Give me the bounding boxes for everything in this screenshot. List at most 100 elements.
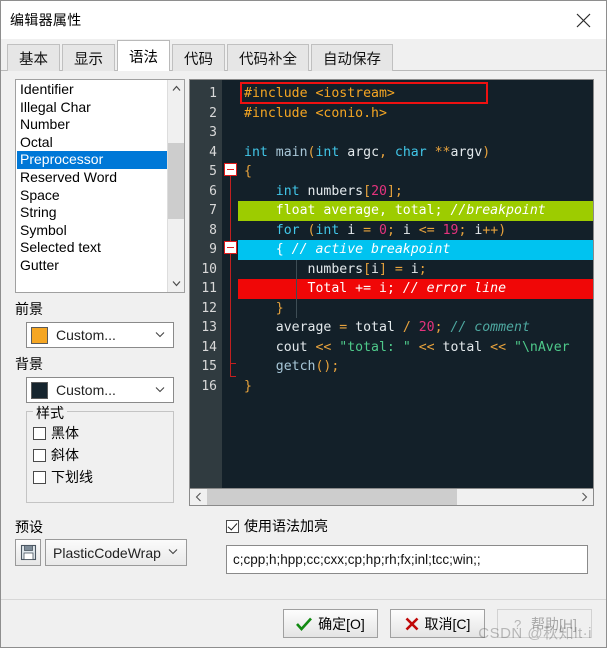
chevron-down-icon — [168, 547, 178, 558]
code-line-10: numbers[i] = i; — [238, 260, 593, 280]
scroll-right-icon[interactable] — [576, 489, 593, 506]
list-scroll-thumb[interactable] — [168, 143, 184, 219]
syntax-element-list: Identifier Illegal Char Number Octal Pre… — [16, 80, 167, 292]
code-token: } — [244, 300, 284, 316]
ok-button-label: 确定[O] — [318, 615, 365, 632]
editor-hscroll-track[interactable] — [207, 488, 576, 505]
checkbox-italic-box[interactable] — [33, 448, 46, 462]
style-groupbox: 样式 黑体 斜体 下划线 — [26, 403, 174, 503]
background-color-combo[interactable]: Custom... — [26, 377, 174, 403]
file-extensions-input[interactable]: c;cpp;h;hpp;cc;cxx;cp;hp;rh;fx;inl;tcc;w… — [226, 545, 588, 574]
code-token: <= — [418, 222, 443, 238]
code-token: // active breakpoint — [291, 242, 451, 257]
list-item-selected-text[interactable]: Selected text — [17, 239, 167, 257]
tab-code[interactable]: 代码 — [172, 44, 225, 71]
code-token: argv — [450, 144, 483, 160]
checkbox-bold-box[interactable] — [33, 426, 46, 440]
list-item-reserved-word[interactable]: Reserved Word — [17, 169, 167, 187]
line-number: 15 — [201, 359, 217, 374]
tab-completion[interactable]: 代码补全 — [227, 44, 309, 71]
code-token: ; — [386, 222, 403, 238]
code-line-13: average = total / 20; // comment — [238, 318, 593, 338]
list-item-string[interactable]: String — [17, 204, 167, 222]
code-preview-body: 1 2 3 4 5 6 7 8 9 10 11 12 13 14 15 16 #… — [190, 80, 593, 488]
code-token: ; — [434, 203, 451, 218]
code-line-6: int numbers[20]; — [238, 182, 593, 202]
list-item-octal[interactable]: Octal — [17, 134, 167, 152]
code-line-1: #include <iostream> — [238, 84, 593, 104]
save-preset-button[interactable] — [15, 539, 41, 566]
tab-autosave[interactable]: 自动保存 — [311, 44, 393, 71]
list-scroll-track[interactable] — [168, 97, 184, 275]
code-text-area[interactable]: #include <iostream> #include <conio.h> i… — [238, 80, 593, 488]
code-token: { — [244, 164, 252, 179]
ok-button[interactable]: 确定[O] — [283, 609, 378, 638]
code-token: { — [244, 242, 292, 257]
code-token: 20 — [371, 183, 387, 199]
checkbox-underline[interactable]: 下划线 — [33, 466, 173, 488]
chevron-down-icon — [155, 385, 165, 396]
help-button-label: 帮助[H] — [531, 615, 577, 632]
code-token: int — [244, 144, 276, 160]
editor-horizontal-scrollbar[interactable] — [190, 488, 593, 505]
code-token: ; — [458, 222, 475, 238]
line-number: 8 — [209, 222, 217, 238]
foreground-color-combo[interactable]: Custom... — [26, 322, 174, 348]
cancel-button[interactable]: 取消[C] — [390, 609, 485, 638]
style-group-title: 样式 — [33, 403, 67, 423]
code-token: [ — [363, 261, 372, 277]
scroll-left-icon[interactable] — [190, 489, 207, 506]
svg-text:?: ? — [514, 617, 521, 631]
preset-combo[interactable]: PlasticCodeWrap — [45, 539, 187, 566]
code-token: argc — [347, 144, 380, 160]
line-number: 1 — [209, 86, 217, 101]
list-item-preprocessor[interactable]: Preprocessor — [17, 151, 167, 169]
code-token: 19 — [442, 222, 459, 238]
code-line-9-active-breakpoint: { // active breakpoint — [238, 240, 593, 260]
tab-syntax[interactable]: 语法 — [117, 40, 170, 71]
checkbox-use-syntax-highlight-box[interactable] — [226, 519, 239, 533]
code-token: i — [402, 222, 419, 238]
checkbox-use-syntax-highlight[interactable]: 使用语法加亮 — [226, 516, 328, 536]
code-token: average, total — [323, 203, 435, 218]
line-number: 14 — [201, 339, 217, 355]
list-item-illegal-char[interactable]: Illegal Char — [17, 99, 167, 117]
code-token: () — [315, 359, 332, 374]
code-token: int — [315, 222, 348, 238]
list-item-symbol[interactable]: Symbol — [17, 222, 167, 240]
code-token: ] — [379, 261, 387, 277]
code-token: numbers — [244, 261, 364, 277]
list-item-identifier[interactable]: Identifier — [17, 81, 167, 99]
checkbox-italic[interactable]: 斜体 — [33, 444, 173, 466]
code-line-12: } — [238, 299, 593, 319]
background-color-swatch — [31, 381, 48, 399]
line-number: 13 — [201, 320, 217, 335]
tab-display[interactable]: 显示 — [62, 44, 115, 71]
checkbox-italic-label: 斜体 — [51, 447, 79, 463]
foreground-label: 前景 — [15, 301, 43, 317]
code-token: for — [244, 222, 308, 238]
list-item-gutter[interactable]: Gutter — [17, 257, 167, 275]
scroll-down-icon[interactable] — [168, 275, 184, 292]
list-scrollbar[interactable] — [167, 80, 184, 292]
checkbox-bold[interactable]: 黑体 — [33, 422, 173, 444]
line-number: 16 — [201, 378, 217, 394]
checkbox-underline-box[interactable] — [33, 470, 46, 484]
close-button[interactable] — [560, 1, 606, 39]
editor-hscroll-thumb[interactable] — [207, 488, 457, 505]
list-item-number[interactable]: Number — [17, 116, 167, 134]
line-number: 11 — [201, 281, 217, 296]
fold-margin[interactable] — [222, 80, 238, 488]
syntax-element-listbox[interactable]: Identifier Illegal Char Number Octal Pre… — [15, 79, 185, 293]
scroll-up-icon[interactable] — [168, 80, 184, 97]
list-item-space[interactable]: Space — [17, 187, 167, 205]
code-token: main — [275, 144, 308, 160]
code-preview-panel[interactable]: 1 2 3 4 5 6 7 8 9 10 11 12 13 14 15 16 #… — [189, 79, 594, 506]
tab-basic[interactable]: 基本 — [7, 44, 60, 71]
title-bar: 编辑器属性 — [1, 1, 606, 39]
code-token: "total: " — [339, 339, 411, 355]
code-token: << — [490, 339, 514, 355]
line-number: 5 — [209, 164, 217, 179]
fold-toggle-line5[interactable] — [224, 163, 237, 176]
fold-toggle-line9[interactable] — [224, 241, 237, 254]
